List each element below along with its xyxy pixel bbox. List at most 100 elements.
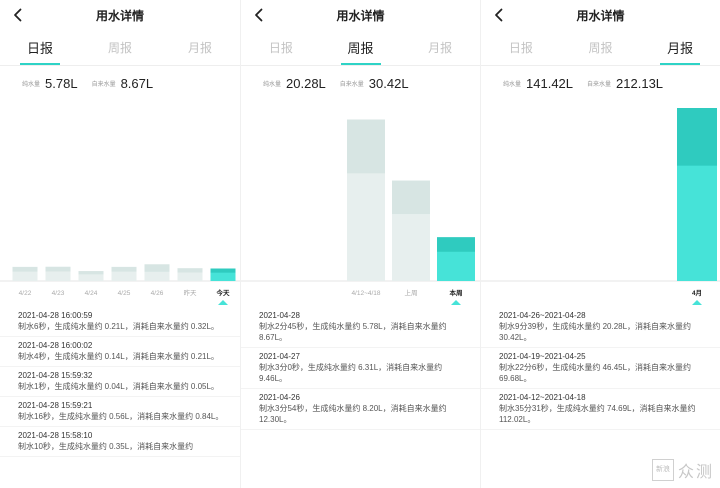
- record-desc: 制水9分39秒，生成纯水量约 20.28L，消耗自来水量约 30.42L。: [499, 322, 692, 342]
- record-desc: 制水3分0秒，生成纯水量约 6.31L，消耗自来水量约 9.46L。: [259, 363, 443, 383]
- screen-weekly: 用水详情 日报 周报 月报 纯水量 20.28L 自来水量 30.42L 4/1…: [240, 0, 480, 488]
- bar-pure-water: [347, 173, 385, 281]
- tap-water-value: 8.67L: [120, 75, 154, 91]
- top-bar: 用水详情: [481, 0, 720, 30]
- record-date: 2021-04-28 15:59:21: [18, 401, 93, 410]
- list-item[interactable]: 2021-04-28 16:00:59 制水6秒，生成纯水量约 0.21L，消耗…: [0, 307, 240, 337]
- chart-svg: 4/22 4/23 4/24 4/25 4/26 昨天 今天: [0, 264, 240, 305]
- screen-monthly: 用水详情 日报 周报 月报 纯水量 141.42L 自来水量 212.13L 4…: [480, 0, 720, 488]
- record-desc: 制水3分54秒，生成纯水量约 8.20L，消耗自来水量约 12.30L。: [259, 404, 447, 424]
- bar-pure-water: [45, 271, 71, 281]
- record-date: 2021-04-26~2021-04-28: [499, 311, 586, 320]
- tab-weekly[interactable]: 周报: [321, 30, 401, 65]
- list-item[interactable]: 2021-04-28 15:58:10 制水10秒，生成纯水量约 0.35L，消…: [0, 427, 240, 457]
- tap-water-value: 212.13L: [616, 75, 664, 91]
- pure-water-label: 纯水量: [503, 81, 522, 88]
- bar-pure-water: [144, 271, 170, 281]
- selected-indicator-icon: [451, 300, 461, 305]
- x-tick-label: 本周: [450, 288, 463, 297]
- watermark: 新浪 众测: [651, 458, 714, 482]
- x-tick-label: 4/24: [85, 290, 98, 297]
- list-item[interactable]: 2021-04-28 16:00:02 制水4秒，生成纯水量约 0.14L，消耗…: [0, 337, 240, 367]
- record-date: 2021-04-27: [259, 352, 300, 361]
- tab-monthly[interactable]: 月报: [160, 30, 240, 65]
- x-tick-label: 4/23: [52, 290, 65, 297]
- list-item[interactable]: 2021-04-28 15:59:32 制水1秒，生成纯水量约 0.04L，消耗…: [0, 367, 240, 397]
- record-date: 2021-04-28 15:59:32: [18, 371, 93, 380]
- page-title: 用水详情: [576, 8, 625, 23]
- pure-water-value: 5.78L: [45, 75, 78, 91]
- list-item[interactable]: 2021-04-12~2021-04-18 制水35分31秒，生成纯水量约 74…: [481, 389, 720, 430]
- bar-pure-water: [111, 271, 137, 281]
- screen-daily: 用水详情 日报 周报 月报 纯水量 5.78L 自来水量 8.67L 4/22 4…: [0, 0, 240, 488]
- record-list: 2021-04-28 16:00:59 制水6秒，生成纯水量约 0.21L，消耗…: [0, 307, 240, 457]
- record-list: 2021-04-26~2021-04-28 制水9分39秒，生成纯水量约 20.…: [481, 307, 720, 430]
- pure-water-value: 20.28L: [286, 75, 326, 91]
- usage-chart[interactable]: 4/22 4/23 4/24 4/25 4/26 昨天 今天: [0, 100, 240, 305]
- list-item[interactable]: 2021-04-28 制水2分45秒，生成纯水量约 5.78L，消耗自来水量约 …: [241, 307, 480, 348]
- record-desc: 制水4秒，生成纯水量约 0.14L，消耗自来水量约 0.21L。: [18, 352, 219, 361]
- record-date: 2021-04-12~2021-04-18: [499, 393, 586, 402]
- chart-svg: 4月: [481, 108, 720, 305]
- bar-pure-water: [210, 272, 236, 281]
- list-item[interactable]: 2021-04-27 制水3分0秒，生成纯水量约 6.31L，消耗自来水量约 9…: [241, 348, 480, 389]
- chevron-left-icon[interactable]: [251, 7, 267, 23]
- x-tick-label: 4/22: [19, 290, 32, 297]
- tab-daily[interactable]: 日报: [0, 30, 80, 65]
- tab-daily[interactable]: 日报: [241, 30, 321, 65]
- tap-water-value: 30.42L: [368, 75, 409, 91]
- tab-weekly[interactable]: 周报: [80, 30, 160, 65]
- record-desc: 制水35分31秒，生成纯水量约 74.69L，消耗自来水量约 112.02L。: [499, 404, 696, 424]
- tab-daily[interactable]: 日报: [481, 30, 561, 65]
- record-date: 2021-04-28 16:00:59: [18, 311, 93, 320]
- record-desc: 制水22分6秒，生成纯水量约 46.45L，消耗自来水量约 69.68L。: [499, 363, 692, 383]
- record-date: 2021-04-19~2021-04-25: [499, 352, 586, 361]
- tab-weekly[interactable]: 周报: [561, 30, 641, 65]
- record-date: 2021-04-26: [259, 393, 300, 402]
- record-desc: 制水2分45秒，生成纯水量约 5.78L，消耗自来水量约 8.67L。: [259, 322, 447, 342]
- record-date: 2021-04-28 15:58:10: [18, 431, 93, 440]
- tap-water-label: 自来水量: [91, 81, 116, 88]
- pure-water-label: 纯水量: [22, 81, 41, 88]
- top-bar: 用水详情: [0, 0, 240, 30]
- report-tabs: 日报 周报 月报: [481, 30, 720, 66]
- x-tick-label: 上周: [405, 288, 418, 297]
- list-item[interactable]: 2021-04-28 15:59:21 制水16秒，生成纯水量约 0.56L，消…: [0, 397, 240, 427]
- bar-pure-water: [177, 272, 203, 281]
- record-desc: 制水6秒，生成纯水量约 0.21L，消耗自来水量约 0.32L。: [18, 322, 219, 331]
- record-list: 2021-04-28 制水2分45秒，生成纯水量约 5.78L，消耗自来水量约 …: [241, 307, 480, 430]
- x-tick-label: 今天: [217, 288, 231, 297]
- record-desc: 制水1秒，生成纯水量约 0.04L，消耗自来水量约 0.05L。: [18, 382, 219, 391]
- record-desc: 制水16秒，生成纯水量约 0.56L，消耗自来水量约 0.84L。: [18, 412, 224, 421]
- page-title: 用水详情: [95, 8, 144, 23]
- tab-monthly[interactable]: 月报: [640, 30, 720, 65]
- selected-indicator-icon: [692, 300, 702, 305]
- tap-water-label: 自来水量: [587, 81, 612, 88]
- chart-svg: 4/12~4/18 上周 本周: [241, 119, 480, 305]
- watermark-seal: 新浪: [651, 459, 674, 481]
- tab-monthly[interactable]: 月报: [400, 30, 480, 65]
- list-item[interactable]: 2021-04-26~2021-04-28 制水9分39秒，生成纯水量约 20.…: [481, 307, 720, 348]
- usage-summary: 纯水量 5.78L 自来水量 8.67L: [0, 66, 240, 100]
- selected-indicator-icon: [218, 300, 228, 305]
- list-item[interactable]: 2021-04-19~2021-04-25 制水22分6秒，生成纯水量约 46.…: [481, 348, 720, 389]
- record-date: 2021-04-28: [259, 311, 300, 320]
- pure-water-value: 141.42L: [526, 75, 574, 91]
- screens: 用水详情 日报 周报 月报 纯水量 5.78L 自来水量 8.67L 4/22 4…: [0, 0, 720, 488]
- bar-pure-water: [12, 271, 38, 281]
- report-tabs: 日报 周报 月报: [0, 30, 240, 66]
- x-tick-label: 昨天: [184, 288, 198, 297]
- list-item[interactable]: 2021-04-26 制水3分54秒，生成纯水量约 8.20L，消耗自来水量约 …: [241, 389, 480, 430]
- page-title: 用水详情: [336, 8, 385, 23]
- top-bar: 用水详情: [241, 0, 480, 30]
- pure-water-label: 纯水量: [263, 81, 282, 88]
- bar-pure-water: [78, 274, 104, 281]
- report-tabs: 日报 周报 月报: [241, 30, 480, 66]
- usage-chart[interactable]: 4/12~4/18 上周 本周: [241, 100, 480, 305]
- record-date: 2021-04-28 16:00:02: [18, 341, 93, 350]
- usage-chart[interactable]: 4月: [481, 100, 720, 305]
- bar-pure-water: [677, 165, 717, 281]
- chevron-left-icon[interactable]: [491, 7, 507, 23]
- record-desc: 制水10秒，生成纯水量约 0.35L，消耗自来水量约: [18, 442, 194, 451]
- chevron-left-icon[interactable]: [10, 7, 26, 23]
